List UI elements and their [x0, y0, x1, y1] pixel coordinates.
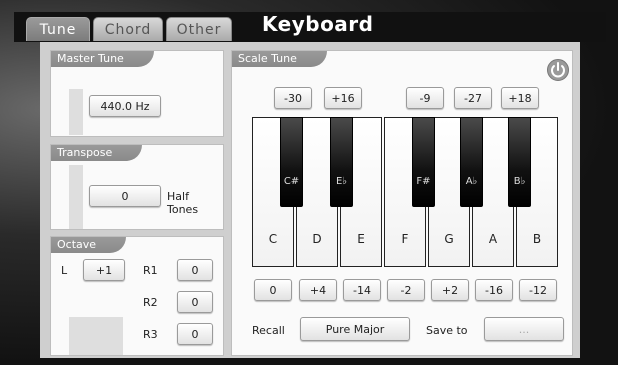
main-content: Master Tune 440.0 Hz Transpose 0 Half To…: [40, 42, 580, 358]
black-key-c-sharp[interactable]: C#: [280, 117, 303, 207]
recall-preset-button[interactable]: Pure Major: [300, 317, 410, 341]
scale-value-b[interactable]: -12: [519, 279, 557, 301]
ghost-graphic: [69, 89, 83, 135]
save-to-label: Save to: [426, 324, 468, 337]
octave-r2-value[interactable]: 0: [177, 291, 213, 313]
piano-keyboard: C D E F G A B C# E♭ F# A♭ B♭: [252, 117, 562, 267]
tab-tune[interactable]: Tune: [26, 17, 90, 41]
octave-panel: Octave L +1 R1 0 R2 0 R3 0: [50, 236, 224, 356]
master-tune-panel: Master Tune 440.0 Hz: [50, 50, 224, 137]
octave-title: Octave: [51, 237, 127, 253]
octave-left-label: L: [61, 264, 68, 277]
master-tune-title: Master Tune: [51, 51, 154, 67]
power-icon[interactable]: [547, 59, 569, 81]
octave-r1-label: R1: [143, 264, 158, 277]
scale-value-f[interactable]: -2: [387, 279, 425, 301]
scale-value-e[interactable]: -14: [343, 279, 381, 301]
octave-r3-value[interactable]: 0: [177, 323, 213, 345]
ghost-graphic: [69, 317, 123, 355]
octave-r3-label: R3: [143, 328, 158, 341]
black-key-b-flat[interactable]: B♭: [508, 117, 531, 207]
scale-value-e-flat[interactable]: +16: [324, 87, 362, 109]
save-to-slot-button[interactable]: ...: [484, 317, 564, 341]
master-tune-value[interactable]: 440.0 Hz: [89, 95, 161, 117]
scale-value-d[interactable]: +4: [299, 279, 337, 301]
scale-value-g[interactable]: +2: [431, 279, 469, 301]
scale-value-a[interactable]: -16: [475, 279, 513, 301]
transpose-panel: Transpose 0 Half Tones: [50, 144, 224, 230]
octave-r1-value[interactable]: 0: [177, 259, 213, 281]
octave-left-value[interactable]: +1: [83, 259, 125, 281]
ghost-graphic: [69, 165, 83, 229]
scale-tune-title: Scale Tune: [232, 51, 327, 67]
scale-value-c[interactable]: 0: [254, 279, 292, 301]
half-tones-label: Half Tones: [167, 190, 199, 216]
black-key-f-sharp[interactable]: F#: [412, 117, 435, 207]
tab-chord[interactable]: Chord: [93, 17, 163, 41]
recall-label: Recall: [252, 324, 285, 337]
tab-other[interactable]: Other: [166, 17, 232, 41]
scale-value-f-sharp[interactable]: -9: [406, 87, 444, 109]
scale-value-b-flat[interactable]: +18: [501, 87, 539, 109]
octave-r2-label: R2: [143, 296, 158, 309]
page-title: Keyboard: [262, 12, 374, 36]
transpose-value[interactable]: 0: [89, 185, 161, 207]
black-key-a-flat[interactable]: A♭: [460, 117, 483, 207]
scale-tune-panel: Scale Tune -30 +16 -9 -27 +18 C D E F G …: [231, 50, 573, 356]
transpose-title: Transpose: [51, 145, 143, 161]
scale-value-c-sharp[interactable]: -30: [274, 87, 312, 109]
black-key-e-flat[interactable]: E♭: [330, 117, 353, 207]
scale-value-a-flat[interactable]: -27: [454, 87, 492, 109]
